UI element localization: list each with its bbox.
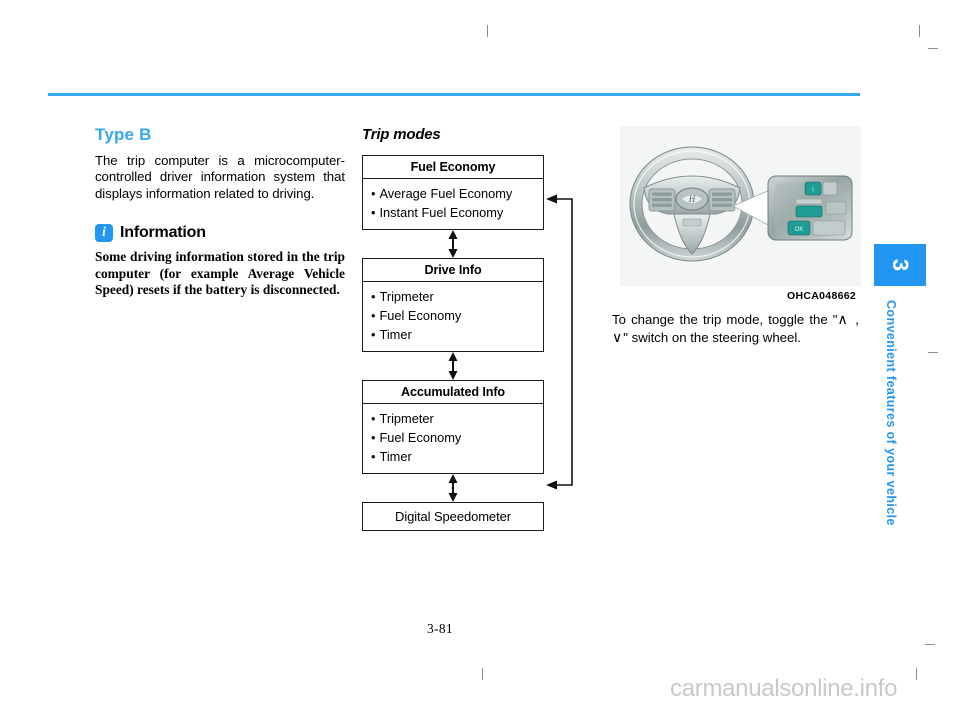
crop-mark-bottom-right-h xyxy=(925,644,935,645)
trip-modes-flowchart: Fuel Economy Average Fuel Economy Instan… xyxy=(362,155,587,531)
instruction-text-before: To change the trip mode, toggle the " xyxy=(612,312,838,327)
info-icon: i xyxy=(95,224,113,243)
chapter-title: Convenient features of your vehicle xyxy=(884,300,898,526)
svg-text:i: i xyxy=(812,188,813,194)
list-item: Fuel Economy xyxy=(371,306,543,325)
information-header: i Information xyxy=(95,224,345,243)
watermark: carmanualsonline.info xyxy=(670,675,898,702)
flow-box-items: Average Fuel Economy Instant Fuel Econom… xyxy=(363,179,543,229)
section-heading-type-b: Type B xyxy=(95,125,152,144)
list-item: Tripmeter xyxy=(371,287,543,306)
list-item: Fuel Economy xyxy=(371,428,543,447)
connector-arrow-1 xyxy=(362,230,544,258)
information-body: Some driving information stored in the t… xyxy=(95,249,345,298)
crop-mark-top-left xyxy=(487,25,488,37)
crop-mark-top-right-h xyxy=(928,48,938,49)
crop-mark-mid-right-h xyxy=(928,352,938,353)
feedback-loop-connector xyxy=(544,155,587,531)
steering-wheel-illustration: H i OK xyxy=(629,146,853,262)
crop-mark-bottom-right xyxy=(916,668,917,680)
list-item: Timer xyxy=(371,325,543,344)
steering-wheel-photo: H i OK xyxy=(620,126,861,286)
flow-box-header: Digital Speedometer xyxy=(395,509,511,524)
manual-page: { "page": { "number": "3-81", "watermark… xyxy=(0,0,960,707)
trip-modes-title: Trip modes xyxy=(362,126,441,143)
flow-box-header: Fuel Economy xyxy=(363,156,543,179)
chapter-tab: 3 xyxy=(874,244,926,286)
flow-box-fuel-economy: Fuel Economy Average Fuel Economy Instan… xyxy=(362,155,544,230)
connector-arrow-3 xyxy=(362,474,544,502)
list-item: Timer xyxy=(371,447,543,466)
flow-box-drive-info: Drive Info Tripmeter Fuel Economy Timer xyxy=(362,258,544,352)
crop-mark-top-right xyxy=(919,25,920,37)
list-item: Tripmeter xyxy=(371,409,543,428)
intro-paragraph: The trip computer is a microcomputer-con… xyxy=(95,152,345,201)
left-column: Type B The trip computer is a microcompu… xyxy=(95,125,345,299)
flow-box-items: Tripmeter Fuel Economy Timer xyxy=(363,282,543,351)
crop-mark-bottom-left xyxy=(482,668,483,680)
instruction-text-after: " switch on the steering wheel. xyxy=(623,329,801,345)
trip-mode-instruction: To change the trip mode, toggle the "∧ ,… xyxy=(612,311,860,346)
list-item: Instant Fuel Economy xyxy=(371,203,543,222)
svg-text:OK: OK xyxy=(795,227,804,233)
flow-box-items: Tripmeter Fuel Economy Timer xyxy=(363,404,543,473)
information-title: Information xyxy=(120,224,206,242)
flow-box-header: Accumulated Info xyxy=(363,381,543,404)
flow-box-accumulated-info: Accumulated Info Tripmeter Fuel Economy … xyxy=(362,380,544,474)
page-number: 3-81 xyxy=(427,621,453,636)
flow-box-digital-speedometer: Digital Speedometer xyxy=(362,502,544,531)
flowchart-column: Trip modes Fuel Economy Average Fuel Eco… xyxy=(362,126,587,531)
list-item: Average Fuel Economy xyxy=(371,184,543,203)
connector-arrow-2 xyxy=(362,352,544,380)
photo-caption: OHCA048662 xyxy=(787,290,856,302)
svg-text:H: H xyxy=(688,194,696,204)
header-rule xyxy=(48,93,860,96)
chapter-number: 3 xyxy=(888,258,913,272)
switch-callout: i OK xyxy=(767,175,853,241)
right-column: H i OK OHCA048662 To change the trip mod… xyxy=(612,126,861,346)
flow-box-header: Drive Info xyxy=(363,259,543,282)
